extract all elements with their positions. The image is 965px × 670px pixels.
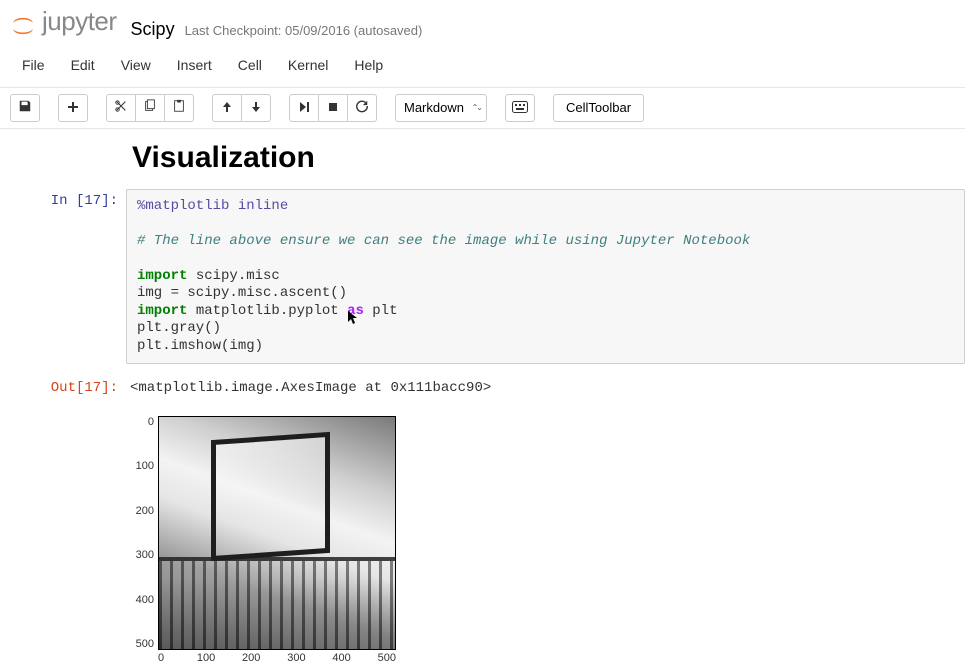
xtick: 0: [158, 652, 170, 664]
restart-icon: [355, 99, 369, 116]
empty-prompt: [0, 408, 126, 664]
plot-figure: 0 100 200 300 400 500: [130, 416, 396, 650]
move-up-button[interactable]: [212, 94, 242, 122]
input-prompt: In [17]:: [0, 189, 126, 365]
output-text: <matplotlib.image.AxesImage at 0x111bacc…: [126, 376, 965, 396]
jupyter-logo-text: jupyter: [42, 6, 117, 37]
menu-insert[interactable]: Insert: [165, 49, 224, 81]
code-input-area[interactable]: %matplotlib inline # The line above ensu…: [126, 189, 965, 365]
notebook-area: Visualization In [17]: %matplotlib inlin…: [0, 129, 965, 670]
output-cell: Out[17]: <matplotlib.image.AxesImage at …: [0, 370, 965, 402]
ascent-image-placeholder: [159, 417, 395, 649]
xtick: 500: [378, 652, 396, 664]
code-cell[interactable]: In [17]: %matplotlib inline # The line a…: [0, 183, 965, 371]
code-line-magic: %matplotlib inline: [137, 198, 288, 214]
menu-view[interactable]: View: [109, 49, 163, 81]
markdown-cell[interactable]: Visualization: [0, 141, 965, 183]
code-text: scipy.misc: [187, 268, 279, 284]
toolbar: Markdown CellToolbar: [0, 88, 965, 129]
menu-help[interactable]: Help: [342, 49, 395, 81]
code-text: plt.imshow(img): [137, 338, 263, 354]
move-down-button[interactable]: [241, 94, 271, 122]
cell-type-select-wrap: Markdown: [395, 94, 487, 122]
plot-xaxis: 0 100 200 300 400 500: [158, 650, 396, 664]
notebook-header: jupyter Scipy Last Checkpoint: 05/09/201…: [0, 0, 965, 45]
ytick: 200: [130, 505, 154, 517]
save-icon: [18, 99, 32, 116]
checkpoint-text: Last Checkpoint: 05/09/2016 (autosaved): [185, 23, 423, 38]
move-group: [212, 94, 271, 122]
xtick: 300: [287, 652, 305, 664]
code-text: plt: [364, 303, 398, 319]
run-step-icon: [298, 100, 310, 116]
clipboard-group: [106, 94, 194, 122]
keyboard-icon: [512, 100, 528, 116]
menu-bar: File Edit View Insert Cell Kernel Help: [0, 45, 965, 88]
code-kw-import: import: [137, 303, 187, 319]
xtick: 400: [332, 652, 350, 664]
scissors-icon: [114, 99, 128, 116]
run-group: [289, 94, 377, 122]
code-text: plt.gray(): [137, 320, 221, 336]
menu-cell[interactable]: Cell: [226, 49, 274, 81]
output-prompt: Out[17]:: [0, 376, 126, 396]
output-plot-cell: 0 100 200 300 400 500 0 100 200 300 400 …: [0, 402, 965, 670]
menu-kernel[interactable]: Kernel: [276, 49, 340, 81]
menu-edit[interactable]: Edit: [59, 49, 107, 81]
plot-output: 0 100 200 300 400 500 0 100 200 300 400 …: [126, 408, 396, 664]
code-text: matplotlib.pyplot: [187, 303, 347, 319]
code-kw-import: import: [137, 268, 187, 284]
ytick: 400: [130, 594, 154, 606]
notebook-title[interactable]: Scipy: [131, 19, 175, 40]
ytick: 100: [130, 460, 154, 472]
command-palette-button[interactable]: [505, 94, 535, 122]
copy-icon: [143, 99, 157, 116]
jupyter-logo-icon: [10, 13, 36, 39]
menu-file[interactable]: File: [10, 49, 57, 81]
plot-image: [158, 416, 396, 650]
code-text: img = scipy.misc.ascent(): [137, 285, 347, 301]
paste-icon: [172, 99, 186, 116]
xtick: 100: [197, 652, 215, 664]
ytick: 500: [130, 638, 154, 650]
paste-button[interactable]: [164, 94, 194, 122]
code-comment: # The line above ensure we can see the i…: [137, 233, 750, 249]
ytick: 300: [130, 549, 154, 561]
code-kw-as: as: [347, 303, 364, 319]
jupyter-logo[interactable]: jupyter: [10, 6, 117, 37]
plot-yaxis: 0 100 200 300 400 500: [130, 416, 158, 650]
interrupt-button[interactable]: [318, 94, 348, 122]
add-cell-button[interactable]: [58, 94, 88, 122]
stop-icon: [327, 100, 339, 116]
save-button[interactable]: [10, 94, 40, 122]
heading-visualization: Visualization: [132, 141, 965, 175]
cut-button[interactable]: [106, 94, 136, 122]
run-button[interactable]: [289, 94, 319, 122]
copy-button[interactable]: [135, 94, 165, 122]
cell-type-select[interactable]: Markdown: [395, 94, 487, 122]
restart-button[interactable]: [347, 94, 377, 122]
xtick: 200: [242, 652, 260, 664]
arrow-down-icon: [250, 100, 262, 116]
arrow-up-icon: [221, 100, 233, 116]
ytick: 0: [130, 416, 154, 428]
cell-toolbar-button[interactable]: CellToolbar: [553, 94, 644, 122]
plus-icon: [67, 100, 79, 116]
